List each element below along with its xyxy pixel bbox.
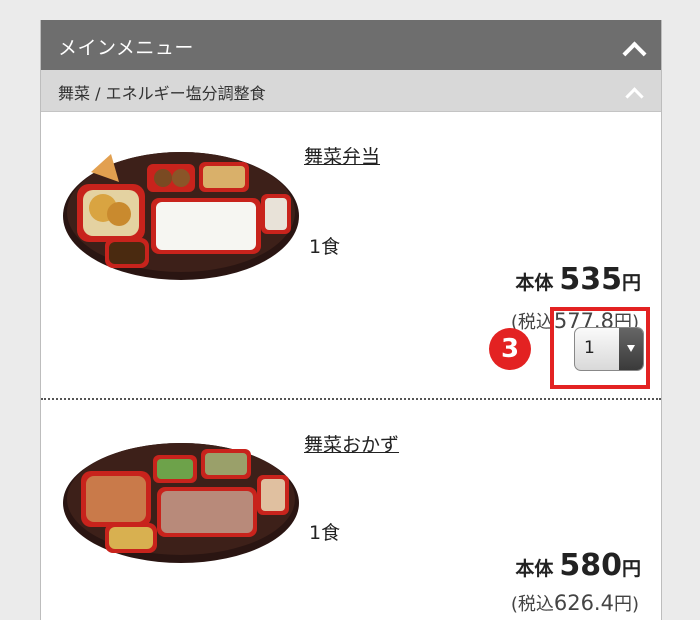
price-value: 580 bbox=[559, 548, 622, 583]
item-quantity-label: 1食 bbox=[309, 522, 341, 544]
price-unit: 円 bbox=[621, 272, 641, 294]
dropdown-arrow-icon[interactable] bbox=[619, 328, 643, 370]
price-prefix: 本体 bbox=[515, 558, 554, 580]
quantity-select[interactable]: 1 bbox=[574, 327, 644, 371]
tax-suffix: 円) bbox=[613, 594, 639, 615]
price-unit: 円 bbox=[621, 558, 641, 580]
price-prefix: 本体 bbox=[515, 272, 554, 294]
category-header[interactable]: 舞菜 / エネルギー塩分調整食 bbox=[41, 70, 661, 112]
main-menu-title: メインメニュー bbox=[58, 37, 194, 59]
chevron-up-icon[interactable] bbox=[625, 87, 644, 106]
item-price: 本体 580円 bbox=[515, 548, 641, 583]
menu-panel: メインメニュー 舞菜 / エネルギー塩分調整食 舞菜弁当 1食 本体 535円 … bbox=[40, 20, 662, 620]
item-name-link[interactable]: 舞菜おかず bbox=[304, 430, 399, 457]
main-menu-header[interactable]: メインメニュー bbox=[41, 20, 661, 70]
tax-value: 626.4 bbox=[553, 591, 614, 615]
quantity-select-value: 1 bbox=[584, 338, 595, 358]
step-badge: 3 bbox=[489, 328, 531, 370]
menu-item: 舞菜弁当 1食 本体 535円 (税込577.8円) 3 1 bbox=[41, 112, 661, 400]
price-value: 535 bbox=[559, 262, 622, 297]
bento-image bbox=[63, 443, 299, 563]
tax-prefix: (税込 bbox=[510, 594, 554, 615]
item-price: 本体 535円 bbox=[515, 262, 641, 297]
item-quantity-label: 1食 bbox=[309, 236, 341, 258]
item-tax-price: (税込626.4円) bbox=[511, 590, 639, 616]
category-title: 舞菜 / エネルギー塩分調整食 bbox=[58, 84, 266, 103]
bento-image bbox=[63, 152, 299, 280]
chevron-up-icon[interactable] bbox=[622, 41, 647, 66]
menu-item: 舞菜おかず 1食 本体 580円 (税込626.4円) bbox=[41, 400, 661, 620]
item-name-link[interactable]: 舞菜弁当 bbox=[304, 142, 380, 169]
